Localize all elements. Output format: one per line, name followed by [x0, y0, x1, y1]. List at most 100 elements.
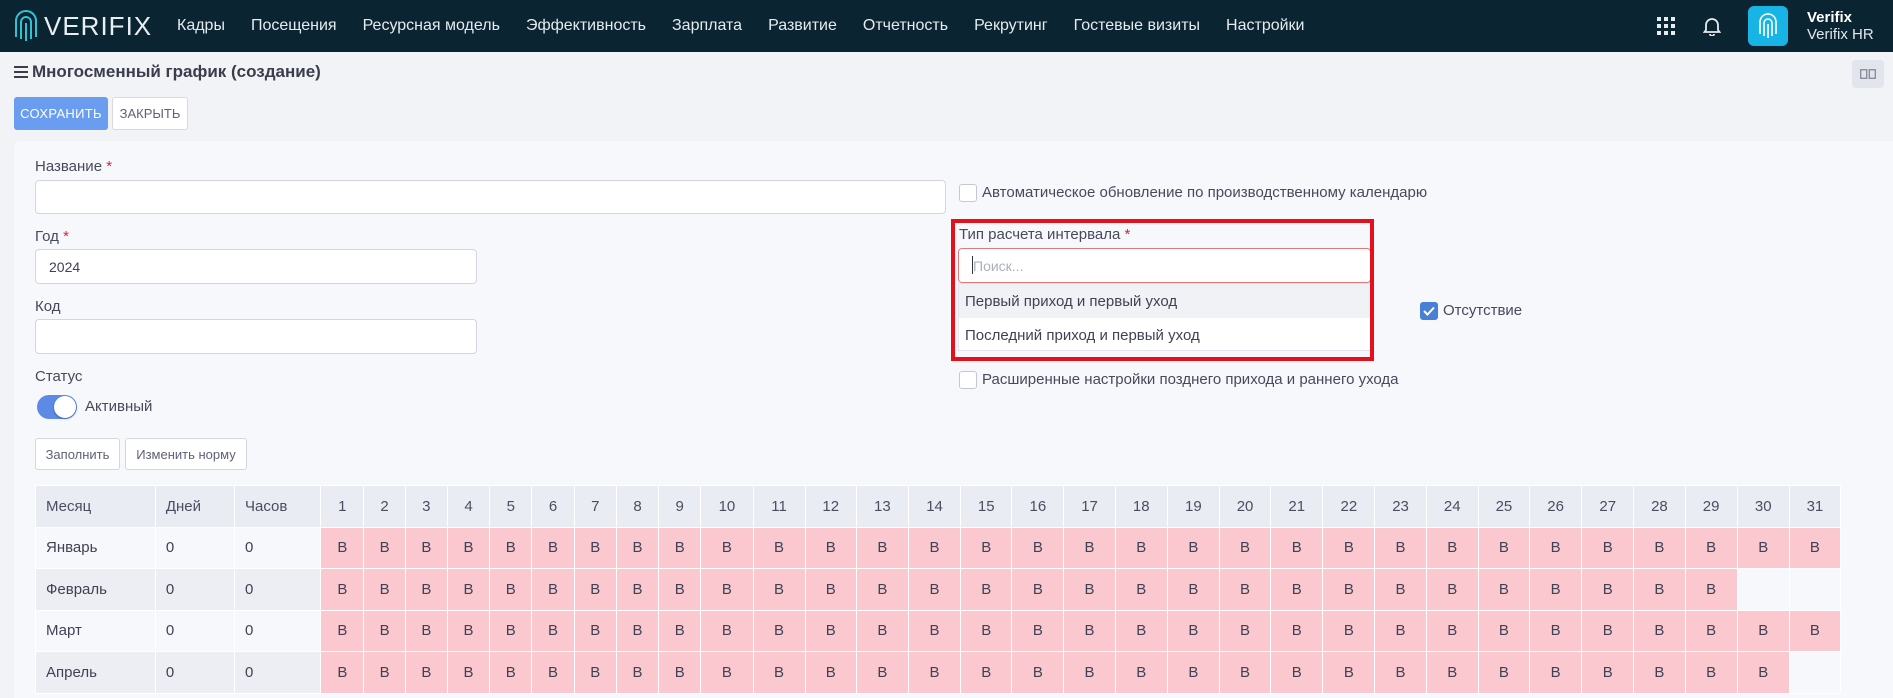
- day-cell[interactable]: В: [1374, 568, 1427, 611]
- day-cell[interactable]: В: [752, 568, 806, 611]
- day-cell[interactable]: В: [1114, 568, 1168, 611]
- day-cell[interactable]: В: [700, 568, 754, 611]
- code-input[interactable]: [35, 319, 477, 354]
- day-cell[interactable]: В: [1581, 568, 1635, 611]
- day-cell[interactable]: В: [1322, 609, 1376, 652]
- day-cell[interactable]: В: [531, 526, 575, 569]
- day-cell[interactable]: В: [960, 609, 1013, 652]
- day-cell[interactable]: В: [1684, 526, 1738, 569]
- day-cell[interactable]: В: [404, 526, 448, 569]
- day-cell[interactable]: В: [1633, 526, 1686, 569]
- day-cell[interactable]: В: [1684, 609, 1738, 652]
- day-cell[interactable]: В: [907, 568, 962, 611]
- day-cell[interactable]: В: [446, 651, 491, 694]
- day-cell[interactable]: В: [960, 526, 1013, 569]
- day-cell[interactable]: В: [573, 568, 617, 611]
- day-cell[interactable]: В: [489, 609, 533, 652]
- day-cell[interactable]: В: [700, 651, 754, 694]
- fill-button[interactable]: Заполнить: [35, 438, 120, 470]
- day-cell[interactable]: В: [1063, 568, 1116, 611]
- day-cell[interactable]: В: [700, 609, 754, 652]
- day-cell[interactable]: В: [658, 568, 702, 611]
- day-cell[interactable]: В: [1374, 609, 1427, 652]
- day-cell[interactable]: В: [907, 609, 962, 652]
- advanced-settings-checkbox[interactable]: [959, 371, 977, 389]
- day-cell[interactable]: В: [1425, 526, 1479, 569]
- day-cell[interactable]: В: [615, 526, 660, 569]
- day-cell[interactable]: В: [573, 609, 617, 652]
- day-cell[interactable]: В: [1477, 651, 1531, 694]
- day-cell[interactable]: В: [855, 651, 909, 694]
- day-cell[interactable]: В: [1011, 651, 1065, 694]
- day-cell[interactable]: В: [1114, 526, 1168, 569]
- day-cell[interactable]: В: [1011, 568, 1065, 611]
- day-cell[interactable]: В: [1788, 526, 1842, 569]
- day-cell[interactable]: В: [446, 568, 491, 611]
- day-cell[interactable]: В: [752, 651, 806, 694]
- day-cell[interactable]: В: [1528, 651, 1583, 694]
- hamburger-icon[interactable]: [14, 66, 28, 78]
- day-cell[interactable]: В: [907, 651, 962, 694]
- day-cell[interactable]: В: [1114, 609, 1168, 652]
- day-cell[interactable]: В: [1528, 526, 1583, 569]
- day-cell[interactable]: В: [531, 609, 575, 652]
- day-cell[interactable]: В: [1322, 651, 1376, 694]
- name-input[interactable]: [35, 180, 946, 214]
- day-cell[interactable]: В: [1011, 609, 1065, 652]
- day-cell[interactable]: В: [1374, 651, 1427, 694]
- day-cell[interactable]: В: [804, 609, 857, 652]
- change-norm-button[interactable]: Изменить норму: [125, 438, 247, 470]
- day-cell[interactable]: В: [615, 609, 660, 652]
- day-cell[interactable]: В: [1528, 568, 1583, 611]
- day-cell[interactable]: В: [700, 526, 754, 569]
- user-menu[interactable]: Verifix Verifix HR: [1807, 9, 1893, 44]
- day-cell[interactable]: В: [1684, 568, 1738, 611]
- day-cell[interactable]: В: [1425, 651, 1479, 694]
- day-cell[interactable]: В: [1736, 651, 1790, 694]
- day-cell[interactable]: В: [404, 651, 448, 694]
- day-cell[interactable]: В: [1114, 651, 1168, 694]
- status-toggle[interactable]: [37, 395, 77, 419]
- day-cell[interactable]: В: [1736, 609, 1790, 652]
- day-cell[interactable]: В: [446, 609, 491, 652]
- day-cell[interactable]: В: [1270, 568, 1324, 611]
- absence-checkbox[interactable]: [1420, 302, 1438, 320]
- menu-item-kadry[interactable]: Кадры: [164, 0, 238, 52]
- day-cell[interactable]: В: [363, 651, 406, 694]
- day-cell[interactable]: В: [1788, 609, 1842, 652]
- day-cell[interactable]: В: [1063, 651, 1116, 694]
- day-cell[interactable]: В: [1166, 651, 1220, 694]
- day-cell[interactable]: В: [1166, 568, 1220, 611]
- day-cell[interactable]: В: [489, 651, 533, 694]
- day-cell[interactable]: В: [804, 568, 857, 611]
- day-cell[interactable]: В: [855, 526, 909, 569]
- day-cell[interactable]: В: [1270, 526, 1324, 569]
- brand-logo[interactable]: VERIFIX: [12, 7, 162, 45]
- menu-item-resource-model[interactable]: Ресурсная модель: [350, 0, 513, 52]
- menu-item-efficiency[interactable]: Эффективность: [513, 0, 659, 52]
- day-cell[interactable]: В: [446, 526, 491, 569]
- day-cell[interactable]: В: [1218, 526, 1272, 569]
- day-cell[interactable]: В: [573, 651, 617, 694]
- day-cell[interactable]: В: [960, 568, 1013, 611]
- menu-item-guest-visits[interactable]: Гостевые визиты: [1061, 0, 1213, 52]
- day-cell[interactable]: В: [804, 651, 857, 694]
- day-cell[interactable]: В: [320, 568, 365, 611]
- day-cell[interactable]: В: [404, 568, 448, 611]
- menu-item-development[interactable]: Развитие: [755, 0, 850, 52]
- day-cell[interactable]: В: [1425, 609, 1479, 652]
- day-cell[interactable]: В: [1374, 526, 1427, 569]
- day-cell[interactable]: В: [1581, 609, 1635, 652]
- day-cell[interactable]: В: [1425, 568, 1479, 611]
- save-button[interactable]: СОХРАНИТЬ: [14, 97, 108, 130]
- day-cell[interactable]: В: [615, 651, 660, 694]
- day-cell[interactable]: В: [320, 609, 365, 652]
- day-cell[interactable]: В: [1063, 526, 1116, 569]
- menu-item-attendance[interactable]: Посещения: [238, 0, 350, 52]
- day-cell[interactable]: В: [1633, 609, 1686, 652]
- day-cell[interactable]: В: [1581, 526, 1635, 569]
- year-input[interactable]: 2024: [35, 249, 477, 284]
- day-cell[interactable]: В: [1011, 526, 1065, 569]
- day-cell[interactable]: В: [1166, 609, 1220, 652]
- day-cell[interactable]: В: [363, 568, 406, 611]
